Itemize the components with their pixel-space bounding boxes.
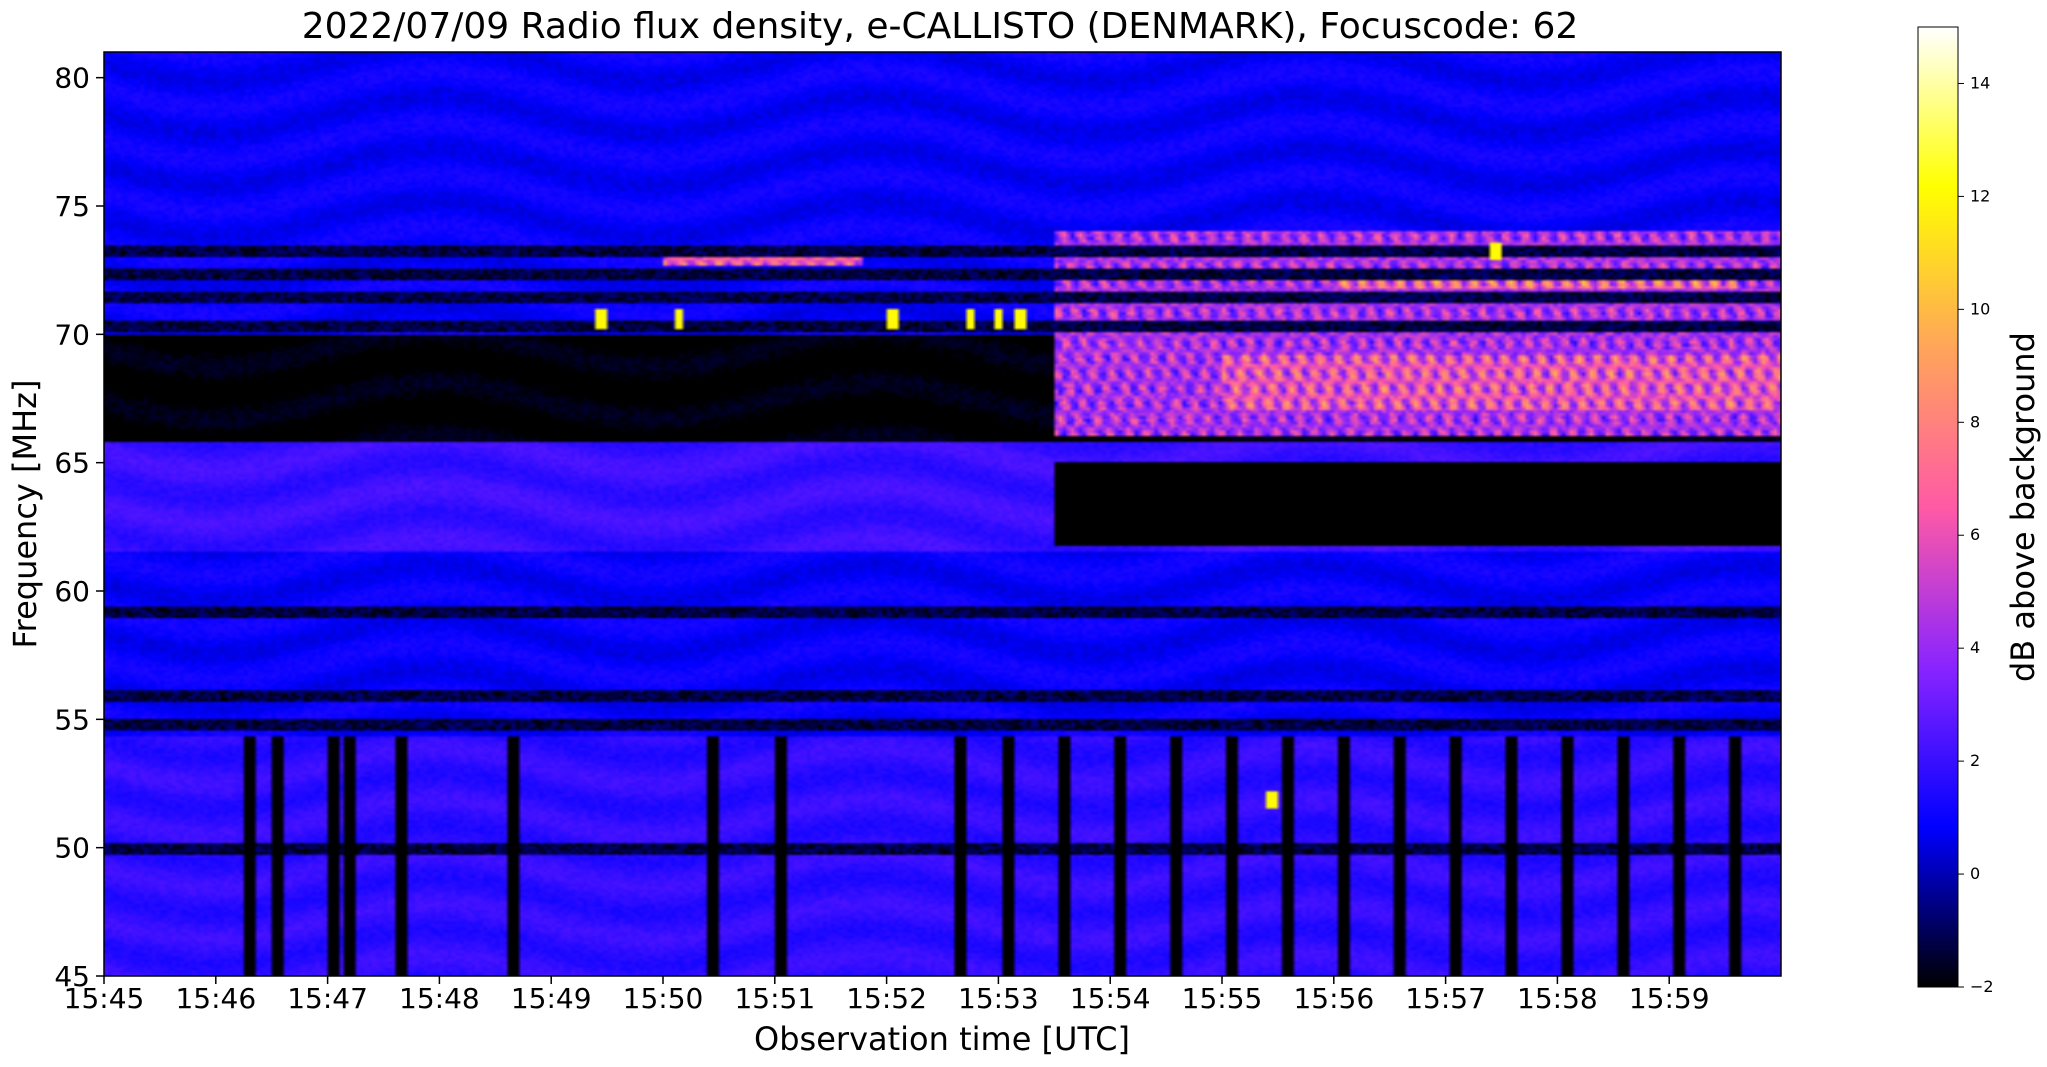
- colorbar-gradient-bar: [1917, 26, 1959, 988]
- x-tick-label: 15:49: [511, 982, 592, 1015]
- colorbar-tick-label: 4: [1970, 638, 1980, 657]
- x-tick-label: 15:50: [623, 982, 704, 1015]
- colorbar-tick-label: 0: [1970, 864, 1980, 883]
- x-tick-label: 15:54: [1070, 982, 1151, 1015]
- x-axis-label: Observation time [UTC]: [754, 1020, 1130, 1058]
- heatmap-image: [104, 52, 1781, 976]
- colorbar-tick-label: 2: [1970, 751, 1980, 770]
- x-tick-label: 15:57: [1405, 982, 1486, 1015]
- x-tick-label: 15:56: [1293, 982, 1374, 1015]
- colorbar-tick-label: 6: [1970, 525, 1980, 544]
- y-tick-label: 60: [54, 575, 90, 608]
- y-axis: 45 50 55 60 65 70 75 80: [54, 62, 104, 993]
- x-tick-label: 15:47: [287, 982, 368, 1015]
- x-tick-label: 15:52: [846, 982, 927, 1015]
- chart-title: 2022/07/09 Radio flux density, e-CALLIST…: [302, 6, 1579, 47]
- colorbar-tick-label: 14: [1970, 73, 1990, 92]
- x-tick-label: 15:46: [175, 982, 256, 1015]
- colorbar-tick-label: 12: [1970, 186, 1990, 205]
- x-axis: 15:45 15:46 15:47 15:48 15:49 15:50 15:51 15:52…: [64, 976, 1710, 1015]
- colorbar-tick-label: 10: [1970, 299, 1990, 318]
- y-tick-label: 45: [54, 960, 90, 993]
- y-tick-label: 75: [54, 190, 90, 223]
- colorbar-tick-label: −2: [1970, 977, 1994, 996]
- x-tick-label: 15:51: [734, 982, 815, 1015]
- y-tick-label: 50: [54, 832, 90, 865]
- y-tick-label: 65: [54, 447, 90, 480]
- y-axis-label: Frequency [MHz]: [6, 380, 44, 649]
- colorbar-ticks: −2 0 2 4 6 8 10 12 14: [1958, 73, 1994, 996]
- x-tick-label: 15:53: [958, 982, 1039, 1015]
- x-tick-label: 15:59: [1629, 982, 1710, 1015]
- colorbar: −2 0 2 4 6 8 10 12 14 dB above background: [1917, 26, 2042, 996]
- colorbar-tick-label: 8: [1970, 412, 1980, 431]
- x-tick-label: 15:55: [1182, 982, 1263, 1015]
- y-tick-label: 70: [54, 318, 90, 351]
- y-tick-label: 55: [54, 703, 90, 736]
- x-tick-label: 15:48: [399, 982, 480, 1015]
- colorbar-label: dB above background: [2004, 332, 2042, 682]
- y-tick-label: 80: [54, 62, 90, 95]
- spectrogram-figure: 2022/07/09 Radio flux density, e-CALLIST…: [6, 6, 2042, 1058]
- plot-area: [103, 51, 1782, 977]
- x-tick-label: 15:58: [1517, 982, 1598, 1015]
